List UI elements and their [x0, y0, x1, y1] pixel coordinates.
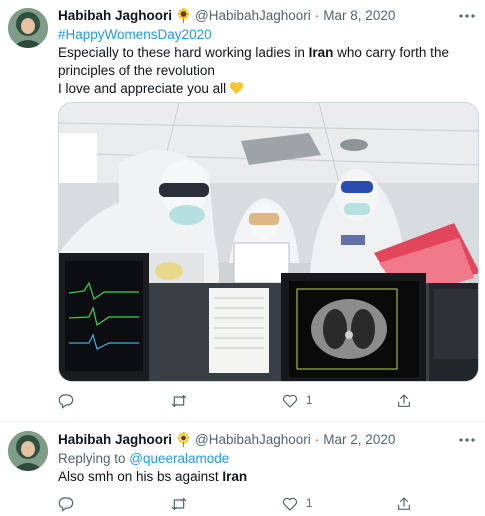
heart-icon: [282, 394, 298, 408]
author-name[interactable]: Habibah Jaghoori: [58, 432, 172, 447]
tweet-date[interactable]: Mar 8, 2020: [323, 8, 395, 23]
tweet-text: Replying to @queeralamode Also smh on hi…: [58, 450, 475, 486]
author-handle[interactable]: @HabibahJaghoori: [195, 8, 311, 23]
like-button[interactable]: 1: [282, 496, 312, 512]
more-options-icon[interactable]: [457, 430, 477, 450]
separator-dot: ·: [314, 431, 320, 447]
body-text: Especially to these hard working ladies …: [58, 45, 309, 60]
tweet[interactable]: Habibah Jaghoori @HabibahJaghoori · Mar …: [0, 422, 485, 516]
tweet-actions: 1: [58, 391, 418, 411]
reply-button[interactable]: [58, 496, 82, 512]
retweet-button[interactable]: [170, 393, 196, 409]
tweet-date[interactable]: Mar 2, 2020: [323, 432, 395, 447]
separator-dot: ·: [314, 7, 320, 23]
heart-icon: [282, 497, 298, 511]
avatar[interactable]: [8, 431, 48, 471]
reply-icon: [58, 394, 74, 409]
reply-icon: [58, 497, 74, 512]
photo-image: [59, 103, 478, 381]
tweet-header: Habibah Jaghoori @HabibahJaghoori · Mar …: [58, 430, 449, 448]
share-button[interactable]: [396, 393, 412, 409]
retweet-icon: [171, 395, 187, 407]
hashtag-link[interactable]: #HappyWomensDay2020: [58, 27, 212, 42]
bold-text: Iran: [308, 45, 334, 60]
like-count: 1: [306, 395, 313, 407]
tweet-text: #HappyWomensDay2020 Especially to these …: [58, 26, 475, 100]
bold-text: Iran: [222, 469, 248, 484]
avatar[interactable]: [8, 8, 48, 48]
sunflower-icon: [176, 7, 191, 23]
more-options-icon[interactable]: [457, 6, 477, 26]
retweet-button[interactable]: [170, 496, 196, 512]
author-handle[interactable]: @HabibahJaghoori: [195, 432, 311, 447]
body-text: I love and appreciate you all: [58, 81, 227, 96]
tweet-header: Habibah Jaghoori @HabibahJaghoori · Mar …: [58, 6, 449, 24]
like-count: 1: [306, 498, 313, 510]
share-icon: [398, 497, 410, 510]
tweet-photo[interactable]: [58, 102, 479, 382]
body-text: Also smh on his bs against: [58, 469, 223, 484]
sunflower-icon: [176, 431, 191, 447]
mention-link[interactable]: @queeralamode: [129, 451, 229, 466]
yellow-heart-icon: [229, 81, 244, 100]
share-icon: [398, 394, 410, 407]
tweet-actions: 1: [58, 494, 418, 514]
retweet-icon: [171, 498, 187, 510]
author-name[interactable]: Habibah Jaghoori: [58, 8, 172, 23]
share-button[interactable]: [396, 496, 412, 512]
reply-button[interactable]: [58, 393, 82, 409]
tweet[interactable]: Habibah Jaghoori @HabibahJaghoori · Mar …: [0, 0, 485, 422]
replying-label: Replying to: [58, 451, 130, 466]
like-button[interactable]: 1: [282, 393, 312, 409]
